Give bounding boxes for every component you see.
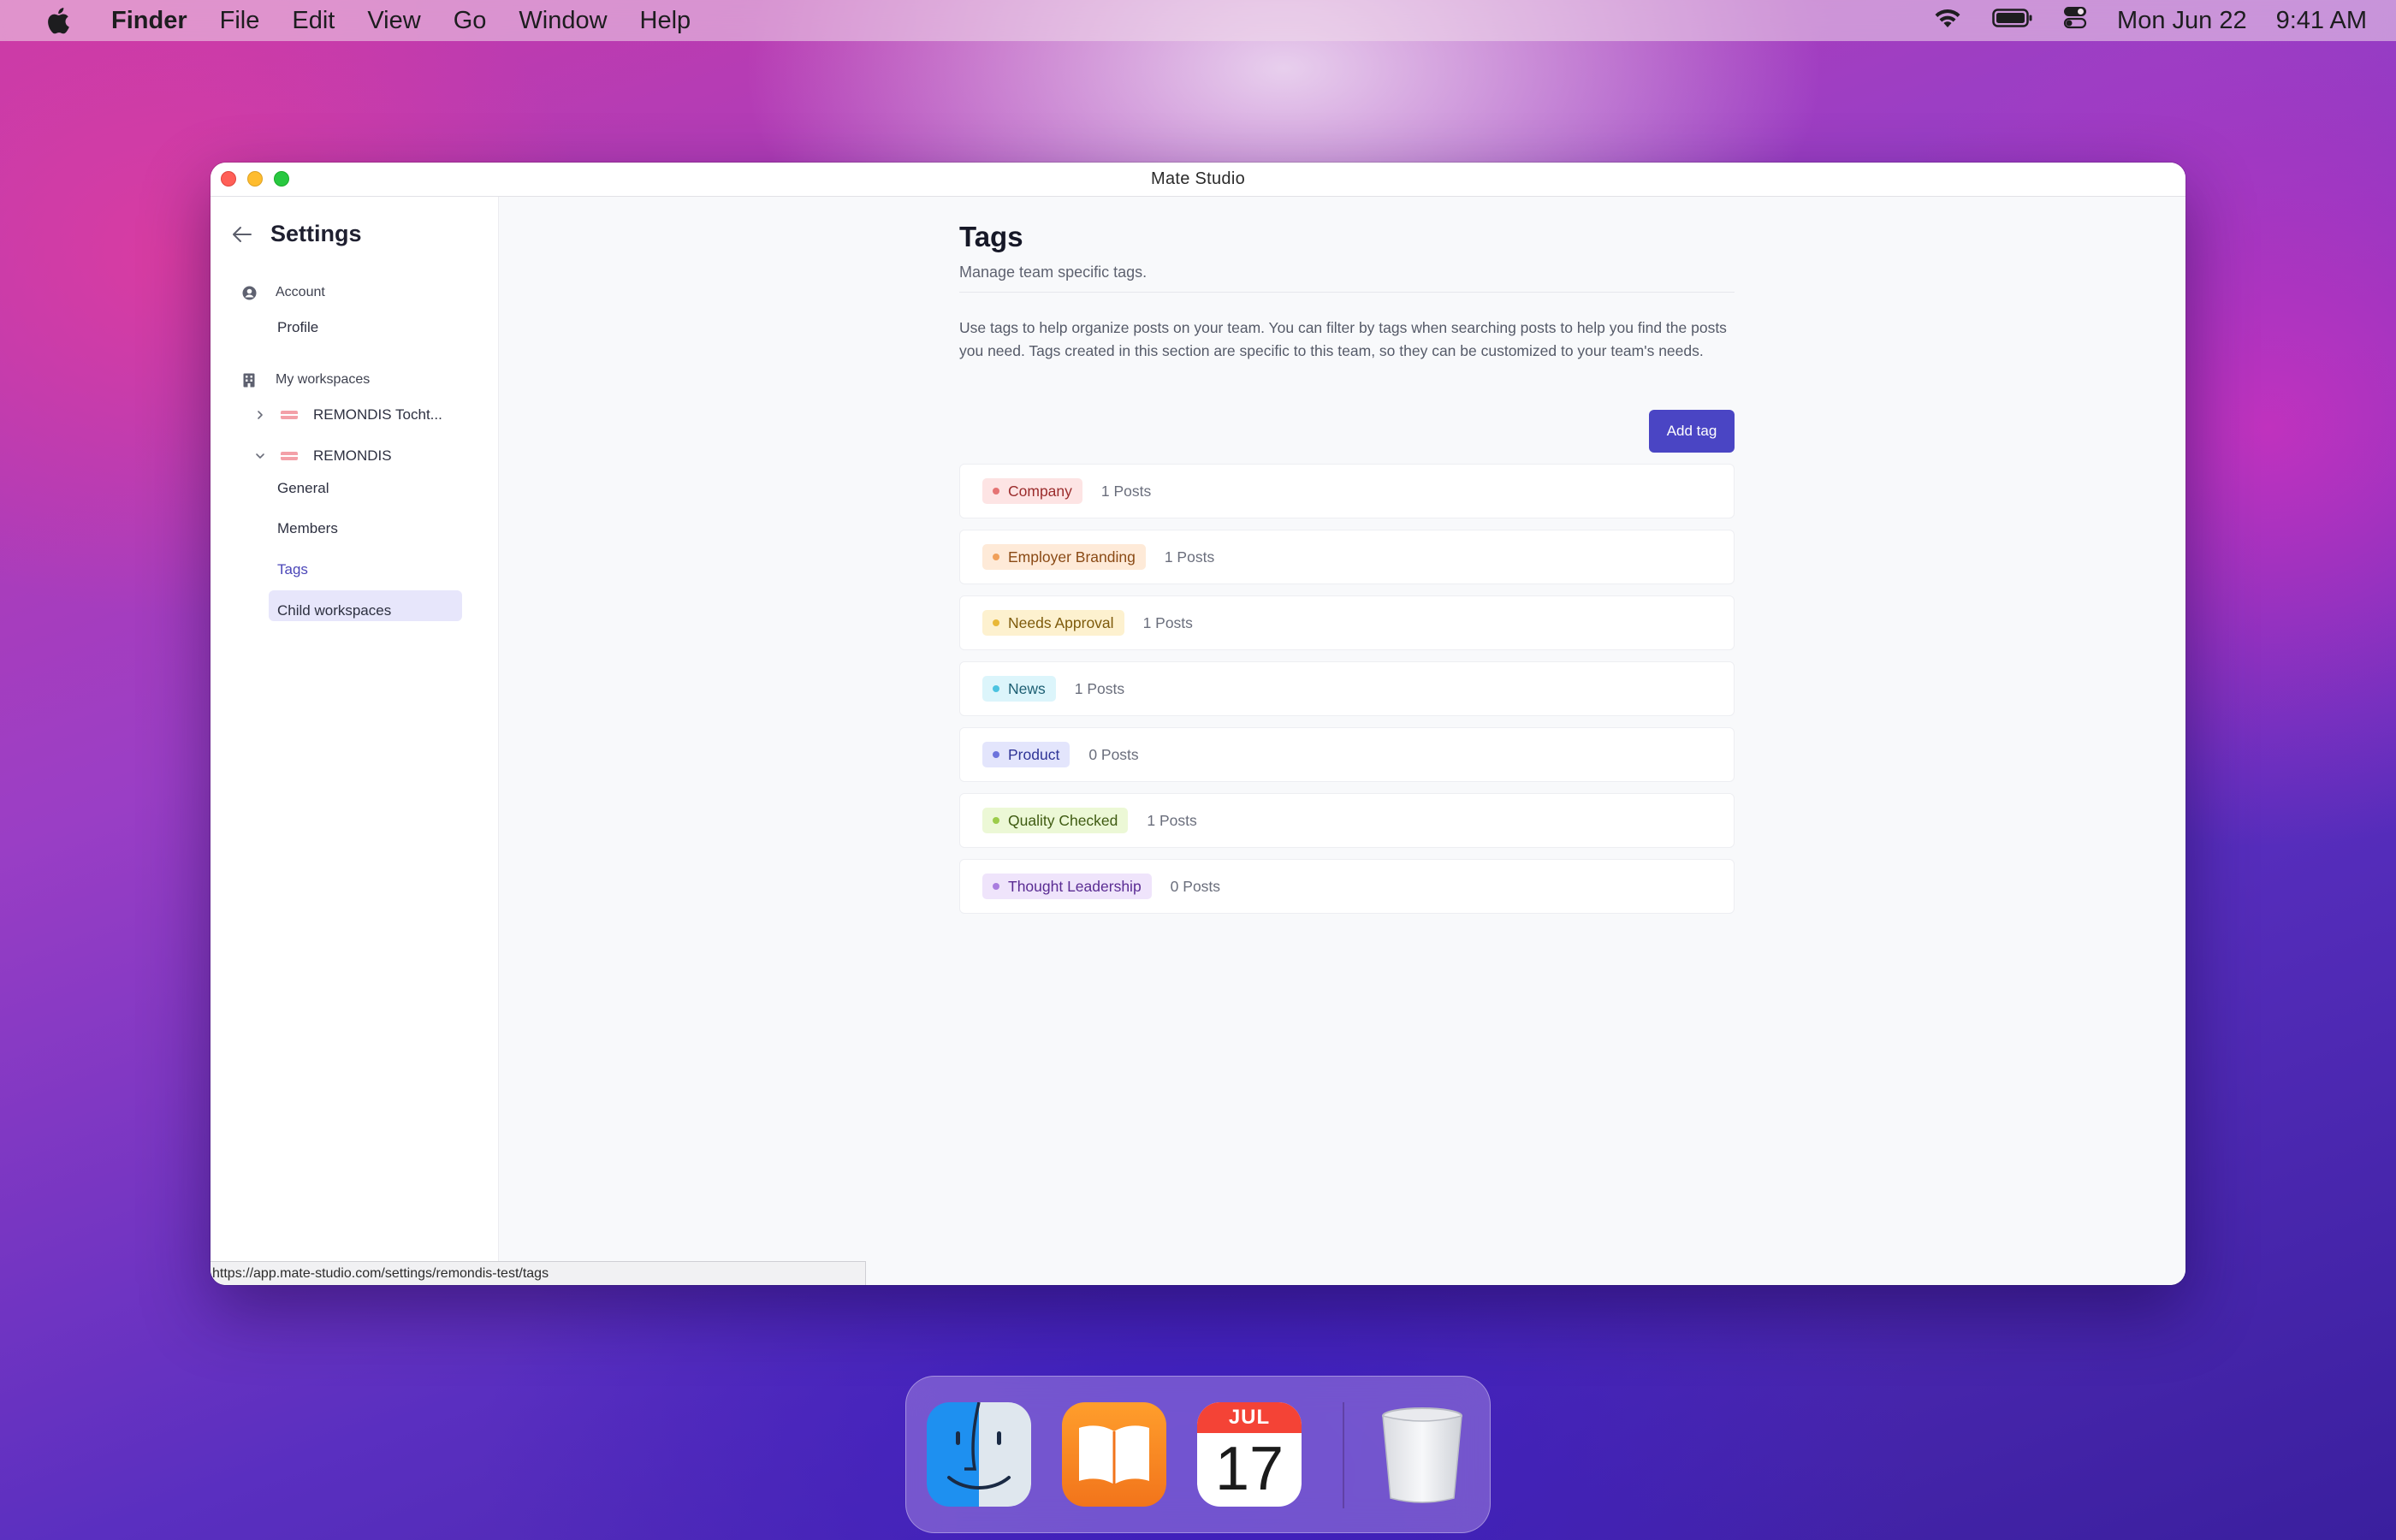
tag-name: Product	[1008, 745, 1060, 763]
tag-post-count: 0 Posts	[1170, 877, 1221, 895]
add-tag-button[interactable]: Add tag	[1649, 410, 1735, 453]
workspace-name: REMONDIS Tocht...	[313, 406, 442, 423]
tag-chip[interactable]: Employer Branding	[982, 544, 1146, 570]
tag-row[interactable]: Product 0 Posts	[959, 727, 1735, 782]
page-title: Tags	[959, 221, 1023, 252]
tag-color-dot-icon	[993, 619, 999, 626]
tag-name: Employer Branding	[1008, 548, 1136, 566]
tag-color-dot-icon	[993, 751, 999, 758]
wifi-icon[interactable]	[1932, 5, 1963, 36]
tag-row[interactable]: News 1 Posts	[959, 661, 1735, 716]
tag-color-dot-icon	[993, 488, 999, 495]
tag-chip[interactable]: Company	[982, 478, 1082, 504]
menu-app-name[interactable]: Finder	[111, 7, 187, 35]
control-center-icon[interactable]	[2062, 4, 2088, 37]
close-window-button[interactable]	[221, 171, 236, 187]
menu-bar: Finder File Edit View Go Window Help Mon…	[0, 0, 2396, 41]
tag-list: Company 1 Posts Employer Branding 1 Posts Ne…	[959, 464, 1735, 925]
calendar-month: JUL	[1197, 1402, 1302, 1433]
sidebar-item-child-workspaces[interactable]: Child workspaces	[277, 602, 391, 619]
tag-color-dot-icon	[993, 685, 999, 692]
sidebar-item-profile[interactable]: Profile	[277, 319, 318, 336]
menubar-time[interactable]: 9:41 AM	[2276, 7, 2367, 35]
chevron-down-icon[interactable]	[253, 449, 267, 463]
battery-icon[interactable]	[1992, 7, 2033, 35]
page-description: Use tags to help organize posts on your …	[959, 319, 1727, 359]
tag-name: Thought Leadership	[1008, 877, 1142, 895]
tag-post-count: 1 Posts	[1100, 482, 1152, 500]
tag-row[interactable]: Needs Approval 1 Posts	[959, 595, 1735, 650]
menu-file[interactable]: File	[220, 7, 260, 35]
menu-view[interactable]: View	[367, 7, 420, 35]
page-subtitle: Manage team specific tags.	[959, 264, 1148, 281]
sidebar-section-account: Account	[241, 285, 325, 300]
apple-menu-icon[interactable]	[44, 5, 72, 36]
tag-color-dot-icon	[993, 554, 999, 560]
app-window: Mate Studio Settings Account Profile My …	[211, 163, 2185, 1285]
workspace-item-remondis-tocht[interactable]: REMONDIS Tocht...	[253, 406, 442, 424]
tag-row[interactable]: Thought Leadership 0 Posts	[959, 859, 1735, 914]
dock-separator	[1343, 1402, 1344, 1508]
workspace-name: REMONDIS	[313, 447, 392, 464]
tag-row[interactable]: Employer Branding 1 Posts	[959, 530, 1735, 584]
tag-post-count: 1 Posts	[1142, 613, 1193, 631]
tag-post-count: 1 Posts	[1074, 679, 1125, 697]
status-url-bar: https://app.mate-studio.com/settings/rem…	[211, 1261, 866, 1285]
sidebar-title: Settings	[270, 221, 362, 246]
menu-help[interactable]: Help	[640, 7, 691, 35]
books-icon[interactable]	[1062, 1402, 1166, 1507]
sidebar-section-label: Account	[276, 285, 325, 299]
sidebar-section-workspaces: My workspaces	[241, 372, 370, 388]
sidebar-item-tags[interactable]: Tags	[277, 561, 308, 578]
tag-color-dot-icon	[993, 883, 999, 890]
tag-chip[interactable]: Needs Approval	[982, 610, 1124, 636]
main-content: Tags Manage team specific tags. Use tags…	[499, 197, 2185, 1285]
tag-chip[interactable]: Product	[982, 742, 1070, 767]
zoom-window-button[interactable]	[274, 171, 289, 187]
trash-icon[interactable]	[1370, 1402, 1474, 1507]
workspace-item-remondis[interactable]: REMONDIS	[253, 447, 392, 465]
menu-window[interactable]: Window	[519, 7, 607, 35]
workspace-flag-icon	[281, 452, 298, 460]
tag-name: Quality Checked	[1008, 811, 1118, 829]
menu-go[interactable]: Go	[454, 7, 487, 35]
settings-sidebar: Settings Account Profile My workspaces R…	[211, 197, 499, 1285]
workspace-flag-icon	[281, 411, 298, 419]
tag-post-count: 0 Posts	[1088, 745, 1139, 763]
tag-name: News	[1008, 679, 1046, 697]
dock: JUL 17	[905, 1376, 1491, 1533]
back-arrow-icon[interactable]	[229, 222, 255, 247]
tag-name: Company	[1008, 482, 1072, 500]
tag-color-dot-icon	[993, 817, 999, 824]
tag-chip[interactable]: Thought Leadership	[982, 874, 1152, 899]
window-titlebar[interactable]: Mate Studio	[211, 163, 2185, 197]
sidebar-item-general[interactable]: General	[277, 480, 329, 497]
tag-post-count: 1 Posts	[1147, 811, 1197, 829]
chevron-right-icon[interactable]	[253, 408, 267, 422]
tag-chip[interactable]: News	[982, 676, 1056, 702]
user-circle-icon	[241, 285, 257, 300]
calendar-day: 17	[1214, 1435, 1284, 1503]
tag-chip[interactable]: Quality Checked	[982, 808, 1129, 833]
menu-edit[interactable]: Edit	[292, 7, 335, 35]
building-icon	[241, 372, 257, 388]
sidebar-section-label: My workspaces	[276, 372, 371, 387]
minimize-window-button[interactable]	[247, 171, 263, 187]
header-divider	[959, 292, 1735, 293]
sidebar-item-members[interactable]: Members	[277, 520, 338, 537]
tag-name: Needs Approval	[1008, 613, 1114, 631]
window-title: Mate Studio	[1150, 169, 1246, 188]
calendar-icon[interactable]: JUL 17	[1197, 1402, 1302, 1507]
finder-icon[interactable]	[927, 1402, 1031, 1507]
menubar-date[interactable]: Mon Jun 22	[2117, 7, 2247, 35]
tag-row[interactable]: Company 1 Posts	[959, 464, 1735, 518]
tag-post-count: 1 Posts	[1164, 548, 1215, 566]
tag-row[interactable]: Quality Checked 1 Posts	[959, 793, 1735, 848]
